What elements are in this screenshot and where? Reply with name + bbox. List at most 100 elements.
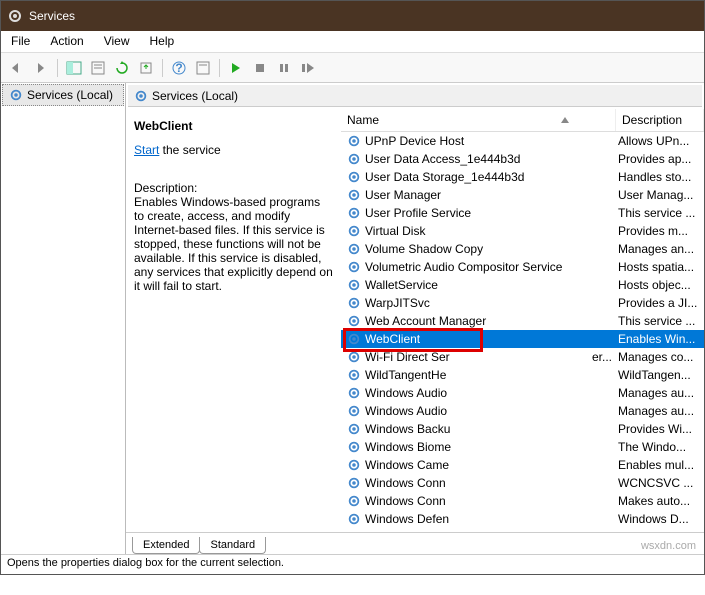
list-item[interactable]: User Data Storage_1e444b3dHandles sto... — [341, 168, 704, 186]
menu-help[interactable]: Help — [140, 31, 185, 52]
menu-action[interactable]: Action — [40, 31, 93, 52]
action-line: Start the service — [134, 143, 333, 157]
row-desc: WCNCSVC ... — [616, 476, 704, 490]
list-item[interactable]: WebClientEnables Win... — [341, 330, 704, 348]
list-item[interactable]: Windows AudioManages au... — [341, 384, 704, 402]
list-item[interactable]: Windows Conn WCNCSVC ... — [341, 474, 704, 492]
separator — [57, 59, 58, 77]
nav-services-local[interactable]: Services (Local) — [2, 84, 124, 106]
gear-icon — [347, 170, 361, 184]
row-desc: Manages an... — [616, 242, 704, 256]
row-name: Virtual Disk — [365, 224, 425, 238]
row-name: Windows Audio — [365, 404, 447, 418]
refresh-button[interactable] — [112, 58, 132, 78]
start-link[interactable]: Start — [134, 143, 159, 157]
gear-icon — [347, 368, 361, 382]
list-item[interactable]: Windows ConnMakes auto... — [341, 492, 704, 510]
list-item[interactable]: User Data Access_1e444b3dProvides ap... — [341, 150, 704, 168]
gear-icon — [347, 386, 361, 400]
properties-button[interactable] — [88, 58, 108, 78]
sort-icon — [561, 117, 569, 123]
column-name[interactable]: Name — [341, 109, 616, 131]
content-header: Services (Local) — [128, 85, 702, 107]
gear-icon — [347, 224, 361, 238]
list-item[interactable]: Windows DefenWindows D... — [341, 510, 704, 528]
nav-tree: Services (Local) — [1, 83, 126, 554]
selected-service-name: WebClient — [134, 119, 333, 133]
list-item[interactable]: Windows BackuProvides Wi... — [341, 420, 704, 438]
row-desc: Hosts spatia... — [616, 260, 704, 274]
separator — [162, 59, 163, 77]
svg-text:?: ? — [175, 61, 182, 75]
row-name: Windows Conn — [365, 476, 446, 490]
gear-icon — [347, 422, 361, 436]
list-item[interactable]: Volume Shadow CopyManages an... — [341, 240, 704, 258]
forward-button[interactable] — [31, 58, 51, 78]
list-item[interactable]: Windows AudioManages au... — [341, 402, 704, 420]
gear-icon — [9, 88, 23, 102]
export-button[interactable] — [136, 58, 156, 78]
gear-icon — [347, 206, 361, 220]
toolbar: ? — [1, 53, 704, 83]
list-rows[interactable]: UPnP Device HostAllows UPn...User Data A… — [341, 132, 704, 532]
content-panel: Services (Local) WebClient Start the ser… — [126, 83, 704, 554]
action-suffix: the service — [159, 143, 220, 157]
list-item[interactable]: Volumetric Audio Compositor ServiceHosts… — [341, 258, 704, 276]
menu-file[interactable]: File — [1, 31, 40, 52]
window-title: Services — [29, 9, 75, 23]
gear-icon — [347, 260, 361, 274]
show-hide-button[interactable] — [64, 58, 84, 78]
row-name: WildTangentHe — [365, 368, 446, 382]
row-desc: Handles sto... — [616, 170, 704, 184]
description-label: Description: — [134, 181, 333, 195]
panel-title: Services (Local) — [152, 89, 238, 103]
gear-icon — [347, 296, 361, 310]
row-desc: Allows UPn... — [616, 134, 704, 148]
list-item[interactable]: User ManagerUser Manag... — [341, 186, 704, 204]
help-button[interactable]: ? — [169, 58, 189, 78]
row-desc: This service ... — [616, 206, 704, 220]
row-name: WalletService — [365, 278, 438, 292]
gear-icon — [347, 242, 361, 256]
row-name: Windows Conn — [365, 494, 446, 508]
gear-icon — [347, 440, 361, 454]
row-desc: WildTangen... — [616, 368, 704, 382]
row-name: Windows Audio — [365, 386, 447, 400]
row-desc: Manages co... — [616, 350, 704, 364]
services-list: Name Description UPnP Device HostAllows … — [341, 109, 704, 532]
start-service-button[interactable] — [226, 58, 246, 78]
list-item[interactable]: Windows CameEnables mul... — [341, 456, 704, 474]
row-name: Windows Biome — [365, 440, 451, 454]
titlebar[interactable]: Services — [1, 1, 704, 31]
list-item[interactable]: WildTangentHe WildTangen... — [341, 366, 704, 384]
description-text: Enables Windows-based programs to create… — [134, 195, 333, 293]
pause-service-button[interactable] — [274, 58, 294, 78]
row-name: Wi-Fi Direct Ser — [365, 350, 450, 364]
list-item[interactable]: Windows BiomeThe Windo... — [341, 438, 704, 456]
column-description[interactable]: Description — [616, 109, 704, 131]
menubar: File Action View Help — [1, 31, 704, 53]
list-item[interactable]: Web Account ManagerThis service ... — [341, 312, 704, 330]
gear-icon — [347, 476, 361, 490]
tab-standard[interactable]: Standard — [199, 537, 266, 554]
main-area: Services (Local) Services (Local) WebCli… — [1, 83, 704, 554]
nav-label: Services (Local) — [27, 88, 113, 102]
menu-view[interactable]: View — [94, 31, 140, 52]
stop-service-button[interactable] — [250, 58, 270, 78]
view-tabs: Extended Standard — [126, 532, 704, 554]
back-button[interactable] — [7, 58, 27, 78]
column-headers: Name Description — [341, 109, 704, 132]
tab-extended[interactable]: Extended — [132, 537, 200, 554]
gear-icon — [7, 8, 23, 24]
list-item[interactable]: WarpJITSvcProvides a JI... — [341, 294, 704, 312]
row-name: Windows Defen — [365, 512, 449, 526]
list-item[interactable]: UPnP Device HostAllows UPn... — [341, 132, 704, 150]
gear-icon — [347, 188, 361, 202]
services-window: Services File Action View Help ? Service… — [0, 0, 705, 575]
properties2-button[interactable] — [193, 58, 213, 78]
list-item[interactable]: Wi-Fi Direct Serer...Manages co... — [341, 348, 704, 366]
list-item[interactable]: Virtual DiskProvides m... — [341, 222, 704, 240]
restart-service-button[interactable] — [298, 58, 318, 78]
list-item[interactable]: User Profile ServiceThis service ... — [341, 204, 704, 222]
list-item[interactable]: WalletServiceHosts objec... — [341, 276, 704, 294]
